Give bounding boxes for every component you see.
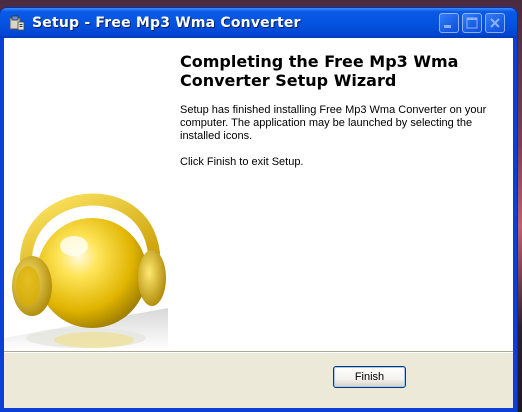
minimize-button[interactable]: [439, 13, 459, 33]
bottom-separator: [4, 351, 513, 353]
close-icon: [486, 18, 504, 36]
headphones-ball-graphic: [4, 38, 168, 351]
wizard-heading: Completing the Free Mp3 Wma Converter Se…: [180, 52, 459, 90]
maximize-icon: [463, 17, 481, 36]
wizard-content: Completing the Free Mp3 Wma Converter Se…: [180, 52, 500, 169]
maximize-button[interactable]: [462, 13, 482, 33]
dialog-client-area: Completing the Free Mp3 Wma Converter Se…: [4, 38, 513, 408]
title-bar[interactable]: Setup - Free Mp3 Wma Converter: [0, 8, 517, 38]
wizard-exit-hint: Click Finish to exit Setup.: [180, 156, 304, 168]
wizard-body-text: Setup has finished installing Free Mp3 W…: [180, 104, 487, 142]
finish-button[interactable]: Finish: [333, 366, 406, 388]
window-title: Setup - Free Mp3 Wma Converter: [32, 15, 301, 31]
wizard-panel: Completing the Free Mp3 Wma Converter Se…: [4, 38, 513, 351]
setup-window: Setup - Free Mp3 Wma Converter Completin…: [0, 8, 517, 412]
minimize-icon: [440, 19, 458, 36]
close-button[interactable]: [485, 13, 505, 33]
setup-installer-icon[interactable]: [9, 15, 25, 31]
